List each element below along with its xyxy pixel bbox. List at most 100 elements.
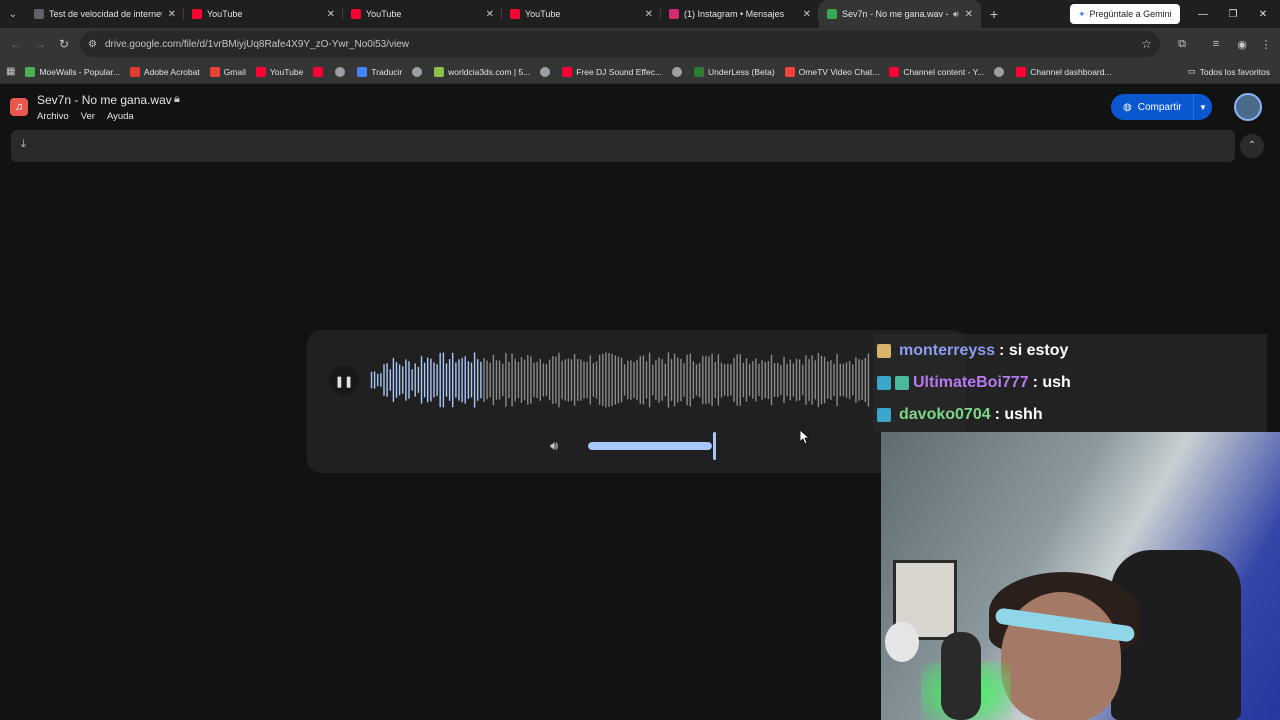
waveform-bar	[758, 363, 760, 397]
waveform-bar	[792, 363, 795, 397]
bookmark-item[interactable]: OmeTV Video Chat...	[784, 66, 879, 77]
tab-close-icon[interactable]: ✕	[486, 9, 494, 20]
file-title: Sev7n - No me gana.wav	[37, 93, 172, 107]
tab-close-icon[interactable]: ✕	[327, 9, 335, 20]
bookmark-item[interactable]: Channel content - Y...	[889, 66, 984, 77]
media-control-icon[interactable]: ≡	[1204, 28, 1228, 60]
gemini-button[interactable]: ✦ Pregúntale a Gemini	[1070, 4, 1180, 24]
address-bar[interactable]: ⚙ drive.google.com/file/d/1vrBMiyjUq8Raf…	[80, 31, 1160, 57]
bookmark-item[interactable]	[313, 66, 327, 77]
tab-search-icon[interactable]: ⌄	[0, 0, 26, 28]
waveform-bar	[495, 360, 498, 400]
waveform-seekbar[interactable]	[370, 352, 870, 408]
tab-title: (1) Instagram • Mensajes	[684, 9, 785, 19]
avatar[interactable]	[1234, 93, 1262, 121]
minimize-button[interactable]: —	[1188, 0, 1218, 28]
waveform-bar	[417, 366, 420, 394]
tab-close-icon[interactable]: ✕	[645, 9, 653, 20]
reload-icon[interactable]: ↻	[52, 37, 76, 51]
share-button[interactable]: ◍ Compartir ▼	[1111, 94, 1212, 120]
menu-kebab-icon[interactable]: ⋮	[1254, 28, 1278, 60]
tab-audio-icon[interactable]: 🔊︎	[953, 9, 959, 20]
bookmark-favicon-icon	[562, 66, 573, 77]
waveform-bar	[708, 356, 710, 404]
chat-message: davoko0704 : ushh	[877, 400, 1043, 430]
apps-grid-icon[interactable]: ▦	[6, 66, 15, 77]
bookmark-favicon-icon	[694, 66, 705, 77]
waveform-bar	[402, 366, 404, 394]
waveform-bar	[477, 359, 479, 401]
back-icon[interactable]: ←	[4, 37, 28, 51]
tab[interactable]: (1) Instagram • Mensajes ✕	[661, 0, 819, 28]
volume-icon[interactable]: 🔊︎	[550, 438, 558, 454]
bookmark-item[interactable]	[335, 66, 349, 77]
bookmark-item[interactable]	[672, 66, 686, 77]
tab-favicon-icon	[34, 9, 44, 19]
forward-icon[interactable]: →	[28, 37, 52, 51]
waveform-bar	[386, 363, 388, 397]
profile-icon[interactable]: ◉	[1230, 28, 1254, 60]
extensions-icon[interactable]: ⧉	[1170, 28, 1194, 60]
bookmark-item[interactable]: Gmail	[209, 66, 246, 77]
new-tab-button[interactable]: +	[981, 6, 1007, 22]
waveform-bar	[670, 358, 673, 402]
waveform-bar	[605, 352, 607, 408]
site-info-icon[interactable]: ⚙	[88, 39, 97, 50]
waveform-bar	[580, 359, 582, 401]
tab[interactable]: YouTube ✕	[502, 0, 661, 28]
tab[interactable]: Sev7n - No me gana.wav - (🔊︎ ✕	[819, 0, 981, 28]
tab[interactable]: YouTube ✕	[184, 0, 343, 28]
waveform-bar	[539, 358, 541, 401]
bookmark-item[interactable]: MoeWalls - Popular...	[25, 66, 120, 77]
waveform-bar	[542, 363, 545, 397]
restore-button[interactable]: ❐	[1218, 0, 1248, 28]
tab[interactable]: Test de velocidad de internet | T ✕	[26, 0, 184, 28]
chat-text: : ushh	[994, 406, 1043, 423]
waveform-bar	[661, 359, 663, 401]
bookmark-item[interactable]	[412, 66, 426, 77]
waveform-bar	[533, 362, 535, 398]
bookmark-label: YouTube	[269, 66, 304, 77]
tab[interactable]: YouTube ✕	[343, 0, 502, 28]
tab-close-icon[interactable]: ✕	[965, 9, 973, 20]
collapse-chevron-icon[interactable]: ⌃	[1240, 134, 1264, 158]
close-window-button[interactable]: ✕	[1248, 0, 1278, 28]
waveform-bar	[439, 352, 441, 408]
menu-ver[interactable]: Ver	[81, 111, 95, 122]
chat-message: UltimateBoi777 : ush	[877, 368, 1071, 398]
waveform-bar	[423, 362, 426, 398]
download-icon[interactable]: ⤓	[21, 138, 26, 151]
menu-ayuda[interactable]: Ayuda	[107, 111, 134, 122]
bookmark-item[interactable]: YouTube	[255, 66, 304, 77]
volume-thumb[interactable]	[713, 432, 716, 460]
bookmark-item[interactable]: worldcia3ds.com | 5...	[434, 66, 530, 77]
waveform-bar	[442, 352, 445, 408]
bookmark-item[interactable]: Adobe Acrobat	[129, 66, 200, 77]
drive-header: ♫ Sev7n - No me gana.wav 🔒︎ Archivo Ver …	[0, 85, 1280, 130]
waveform-bar	[836, 353, 838, 407]
waveform-bar	[827, 361, 829, 399]
waveform-bar	[798, 359, 801, 401]
bookmark-item[interactable]: Traducir	[357, 66, 402, 77]
waveform-bar	[730, 364, 732, 396]
bookmark-item[interactable]: Channel dashboard...	[1016, 66, 1112, 77]
bookmark-item[interactable]: Free DJ Sound Effec...	[562, 66, 662, 77]
waveform-bar	[577, 358, 579, 402]
waveform-bar	[448, 359, 451, 401]
bookmark-item[interactable]	[994, 66, 1008, 77]
waveform-bar	[427, 357, 429, 403]
tab-close-icon[interactable]: ✕	[803, 9, 811, 20]
tab-close-icon[interactable]: ✕	[168, 9, 176, 20]
waveform-bar	[761, 360, 763, 400]
pause-button[interactable]: ❚❚	[329, 366, 359, 396]
menu-archivo[interactable]: Archivo	[37, 111, 69, 122]
waveform-bar	[602, 353, 604, 407]
share-dropdown-icon[interactable]: ▼	[1194, 103, 1212, 112]
waveform-bar	[845, 362, 848, 398]
volume-slider[interactable]	[588, 442, 712, 450]
all-bookmarks-folder[interactable]: ▭ Todos los favoritos	[1188, 66, 1270, 77]
bookmark-star-icon[interactable]: ☆	[1141, 37, 1152, 51]
bookmark-item[interactable]	[540, 66, 554, 77]
bookmark-item[interactable]: UnderLess (Beta)	[694, 66, 775, 77]
waveform-bar	[705, 355, 707, 405]
